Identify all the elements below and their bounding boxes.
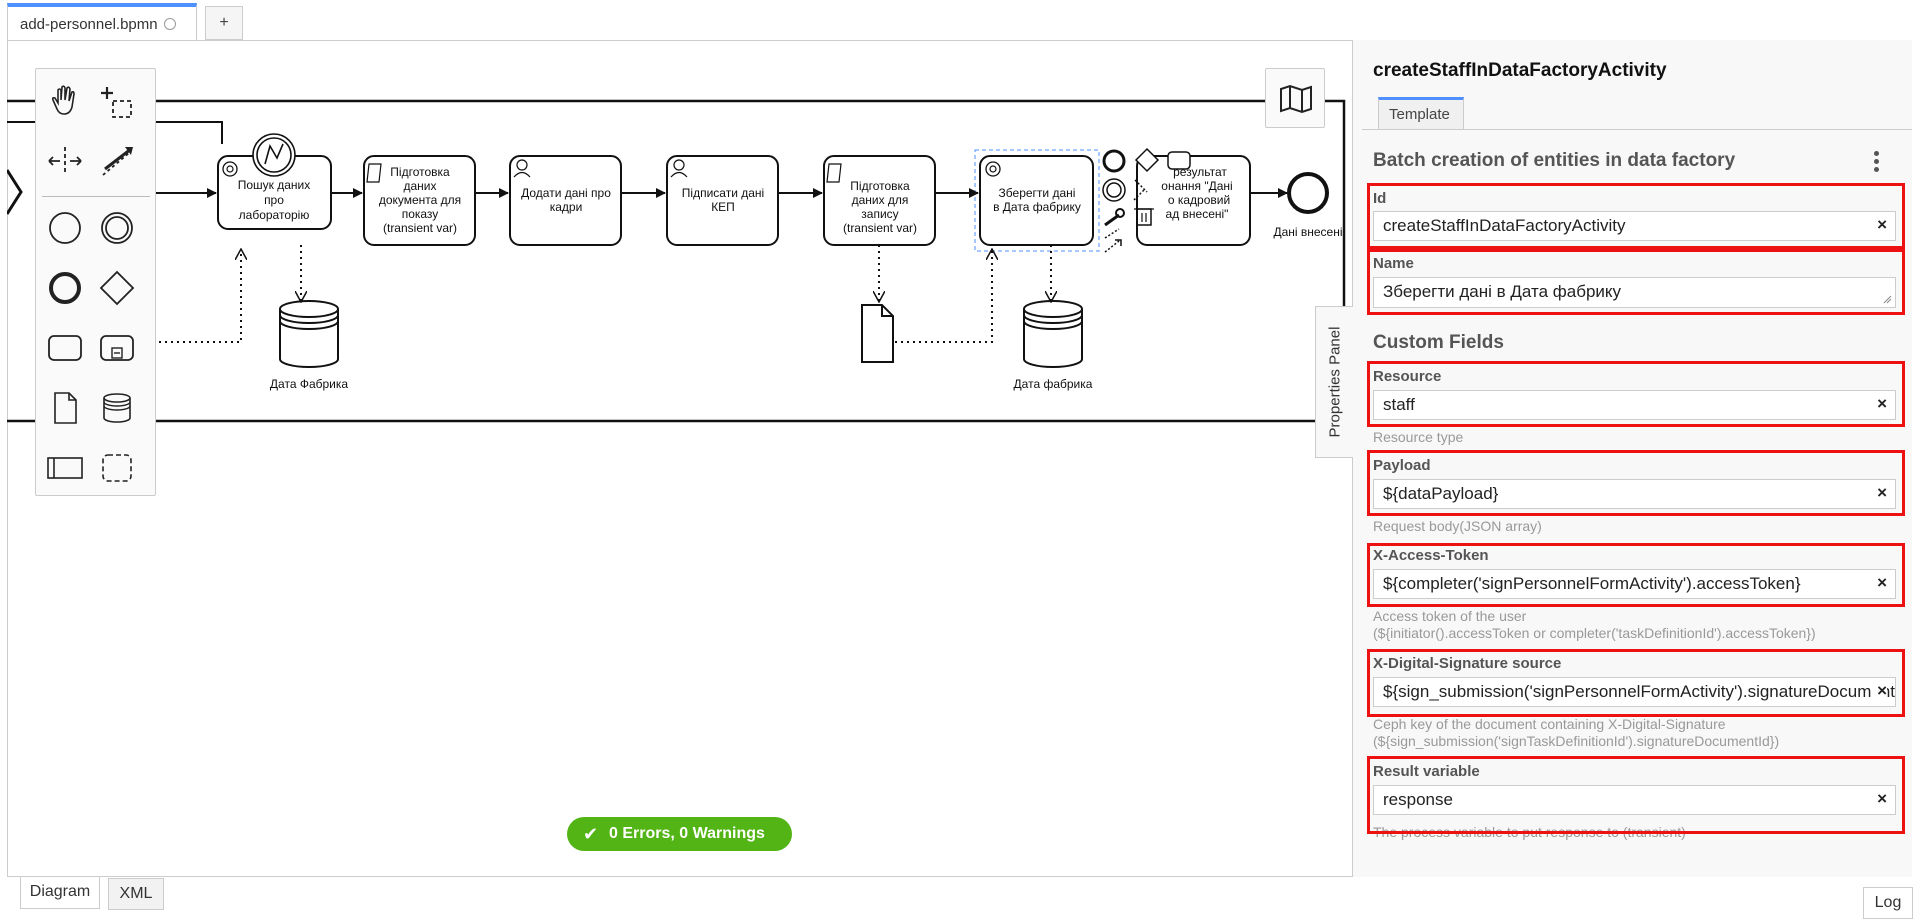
space-tool-icon[interactable] — [43, 139, 87, 183]
highlight-box — [1367, 249, 1905, 315]
tool-palette — [35, 68, 156, 496]
file-tab[interactable]: add-personnel.bpmn — [7, 3, 197, 41]
map-icon — [1280, 84, 1312, 114]
linting-status-text: 0 Errors, 0 Warnings — [609, 825, 765, 842]
data-store-1[interactable] — [279, 300, 339, 368]
global-connect-tool-icon[interactable] — [95, 139, 139, 183]
lasso-tool-icon[interactable] — [95, 79, 139, 123]
data-store-icon[interactable] — [95, 386, 139, 430]
data-store-label: Дата фабрика — [1014, 377, 1093, 391]
signature-description-2: (${sign_submission('signTaskDefinitionId… — [1373, 733, 1780, 749]
template-group-title: Batch creation of entities in data facto… — [1373, 150, 1736, 171]
check-icon: ✔ — [583, 824, 599, 844]
task-icon[interactable] — [43, 326, 87, 370]
properties-panel-toggle[interactable]: Properties Panel — [1315, 306, 1353, 458]
end-event[interactable] — [1287, 172, 1329, 214]
element-id-title: createStaffInDataFactoryActivity — [1373, 60, 1667, 81]
unsaved-indicator-icon — [163, 18, 176, 30]
payload-description: Request body(JSON array) — [1373, 518, 1542, 534]
signature-description: Ceph key of the document containing X-Di… — [1373, 716, 1726, 732]
gateway-icon[interactable] — [95, 266, 139, 310]
tab-template[interactable]: Template — [1378, 97, 1464, 129]
hand-tool-icon[interactable] — [43, 79, 87, 123]
more-options-icon[interactable] — [1874, 151, 1880, 173]
data-store-2[interactable] — [1023, 300, 1083, 368]
bpmn-diagram[interactable]: а а я Пошук данихпролабораторію Підготов… — [7, 40, 1352, 877]
subprocess-icon[interactable] — [95, 326, 139, 370]
data-object-icon[interactable] — [43, 386, 87, 430]
access-token-description-2: (${initiator().accessToken or completer(… — [1373, 625, 1816, 641]
pool — [7, 99, 1346, 423]
group-icon[interactable] — [95, 446, 139, 490]
tab-bar: add-personnel.bpmn + — [0, 0, 1919, 42]
minimap-toggle-button[interactable] — [1265, 68, 1325, 128]
tab-diagram[interactable]: Diagram — [20, 877, 100, 909]
task-label: Підготовка даних документа для показу (trans… — [379, 165, 461, 235]
task-label: Зберегти дані в Дата фабрику — [993, 186, 1081, 214]
highlight-box — [1367, 183, 1905, 249]
data-store-label: Дата Фабрика — [270, 377, 348, 391]
highlight-box — [1367, 756, 1905, 834]
file-tab-label: add-personnel.bpmn — [20, 16, 158, 33]
intermediate-event-icon[interactable] — [95, 206, 139, 250]
access-token-description: Access token of the user — [1373, 608, 1527, 624]
tab-xml[interactable]: XML — [108, 878, 164, 910]
end-event-icon[interactable] — [43, 266, 87, 310]
highlight-box — [1367, 450, 1905, 516]
partial-gateway — [7, 169, 23, 215]
highlight-box — [1367, 649, 1905, 717]
highlight-box — [1367, 543, 1905, 607]
start-event-icon[interactable] — [43, 206, 87, 250]
log-button[interactable]: Log — [1863, 887, 1913, 919]
linting-status-badge[interactable]: ✔ 0 Errors, 0 Warnings — [567, 817, 792, 851]
add-tab-button[interactable]: + — [205, 6, 243, 40]
boundary-error-event[interactable] — [252, 133, 296, 177]
properties-panel-toggle-label: Properties Panel — [1326, 326, 1343, 438]
panel-tab-divider — [1362, 129, 1912, 130]
resource-description: Resource type — [1373, 429, 1464, 445]
participant-icon[interactable] — [43, 446, 87, 490]
custom-fields-title: Custom Fields — [1373, 332, 1504, 353]
end-event-label: Дані внесені — [1273, 225, 1342, 239]
data-object[interactable] — [861, 304, 894, 363]
palette-separator — [42, 196, 150, 197]
highlight-box — [1367, 361, 1905, 427]
